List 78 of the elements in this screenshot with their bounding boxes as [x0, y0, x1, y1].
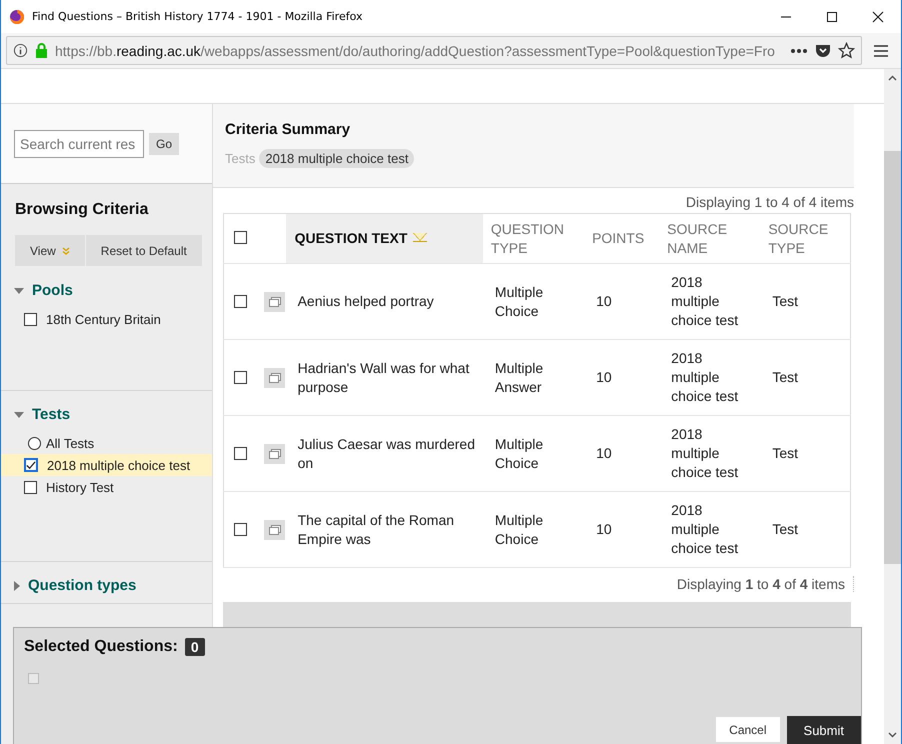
menu-icon[interactable]: [874, 44, 888, 56]
table-cell: 2018 multiple choice test: [671, 426, 738, 480]
scroll-thumb[interactable]: [884, 151, 901, 564]
filter-option[interactable]: All Tests: [46, 436, 94, 450]
table-cell: Hadrian's Wall was for what purpose: [298, 360, 470, 394]
table-cell: Multiple Answer: [494, 360, 544, 394]
table-cell: Julius Caesar was murdered on: [298, 436, 475, 470]
checkbox[interactable]: [234, 230, 247, 244]
table-cell: Test: [772, 445, 798, 461]
table-cell: 2018 multiple choice test: [671, 274, 738, 328]
info-icon[interactable]: [13, 43, 28, 58]
stacked-windows-icon[interactable]: [264, 520, 285, 540]
selection-label: Selected Questions:: [24, 638, 178, 656]
checkbox[interactable]: [234, 371, 247, 384]
radio-button[interactable]: [28, 436, 41, 450]
app-logo-icon: [9, 8, 25, 24]
paging-text: Displaying 1 to 4 of 4 items: [684, 194, 854, 210]
address-field[interactable]: https://bb.reading.ac.uk/webapps/assessment/do/authoring/addQuestion?assessmentType=Pool&questionType=Fro: [6, 36, 862, 65]
double-chevron-icon: [62, 246, 70, 254]
table-cell: 10: [596, 445, 612, 461]
submit-button[interactable]: Submit: [786, 716, 861, 744]
checkbox[interactable]: [28, 673, 39, 684]
checkbox[interactable]: [24, 458, 38, 472]
table-cell: Aenius helped portray: [298, 293, 434, 309]
summary-heading: Criteria Summary: [225, 121, 352, 138]
table-cell: The capital of the Roman Empire was: [298, 512, 454, 546]
section-heading[interactable]: Pools: [32, 282, 73, 299]
section-heading[interactable]: Question types: [28, 577, 136, 594]
panel-heading: Browsing Criteria: [14, 200, 150, 219]
collapse-arrow-icon[interactable]: [14, 288, 24, 294]
column-header[interactable]: SOURCE TYPE: [768, 220, 848, 258]
count-badge: 0: [184, 638, 205, 656]
lock-icon: [35, 43, 48, 58]
table-cell: Test: [772, 293, 798, 309]
table-cell: Test: [772, 521, 798, 537]
checkbox[interactable]: [24, 312, 37, 326]
paging-text: Displaying 1 to 4 of 4 items: [676, 576, 854, 592]
table-cell: Test: [772, 369, 798, 385]
section-heading[interactable]: Tests: [32, 406, 70, 423]
scrollbar[interactable]: [884, 69, 901, 744]
filter-chip[interactable]: 2018 multiple choice test: [259, 149, 414, 168]
table-cell: Multiple Choice: [494, 436, 544, 470]
stacked-windows-icon[interactable]: [264, 444, 285, 464]
window-title: Find Questions – British History 1774 - 1901 - Mozilla Firefox: [32, 10, 362, 23]
url-text: https://bb.reading.ac.uk/webapps/assessment/do/authoring/addQuestion?assessmentType=Pool&questionType=Fro: [55, 42, 776, 58]
more-icon[interactable]: [790, 48, 808, 54]
filter-option[interactable]: 18th Century Britain: [46, 312, 161, 326]
star-icon[interactable]: [838, 42, 855, 59]
table-cell: 10: [596, 521, 612, 537]
collapse-arrow-icon[interactable]: [14, 412, 24, 418]
table-cell: 2018 multiple choice test: [671, 350, 738, 404]
search-field[interactable]: Search current res: [14, 130, 144, 158]
filter-label: Tests: [225, 151, 256, 166]
checkbox[interactable]: [24, 480, 37, 494]
cancel-button[interactable]: Cancel: [715, 716, 781, 743]
expand-arrow-icon[interactable]: [14, 580, 20, 590]
reset-button[interactable]: Reset to Default: [86, 235, 203, 266]
stacked-windows-icon[interactable]: [264, 368, 285, 388]
scroll-down-icon[interactable]: [888, 732, 897, 738]
table-cell: Multiple Choice: [494, 284, 544, 318]
go-button[interactable]: Go: [149, 132, 180, 154]
maximize-icon[interactable]: [826, 10, 838, 22]
column-header[interactable]: QUESTION TYPE: [490, 220, 571, 258]
column-header[interactable]: SOURCE NAME: [667, 220, 748, 258]
filter-option[interactable]: History Test: [46, 480, 114, 494]
table-cell: 10: [596, 293, 612, 309]
table-cell: 2018 multiple choice test: [671, 502, 738, 556]
shield-icon[interactable]: [815, 43, 831, 58]
close-icon[interactable]: [872, 10, 884, 22]
stacked-windows-icon[interactable]: [264, 292, 285, 312]
table-cell: 10: [596, 369, 612, 385]
checkbox[interactable]: [234, 447, 247, 460]
checkbox[interactable]: [234, 295, 247, 308]
view-menu-button[interactable]: View: [15, 235, 86, 266]
table-cell: Multiple Choice: [494, 512, 544, 546]
scroll-up-icon[interactable]: [888, 75, 897, 81]
column-header[interactable]: POINTS: [592, 229, 644, 248]
checkbox[interactable]: [234, 523, 247, 536]
